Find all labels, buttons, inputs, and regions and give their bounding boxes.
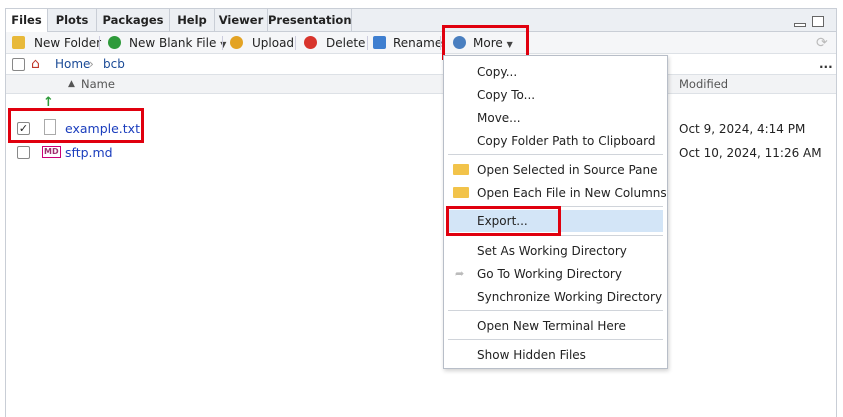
- breadcrumb: ⌂ Home › bcb ...: [6, 54, 836, 75]
- toolbar-separator: [99, 36, 100, 50]
- file-modified: Oct 10, 2024, 11:26 AM: [679, 146, 822, 160]
- menu-separator: [448, 339, 663, 340]
- refresh-icon[interactable]: ⟳: [816, 32, 828, 54]
- rename-icon: [373, 36, 386, 49]
- home-icon[interactable]: ⌂: [31, 54, 40, 75]
- table-row[interactable]: MD sftp.md Oct 10, 2024, 11:26 AM: [6, 143, 836, 166]
- menu-item-copy-to[interactable]: Copy To...: [444, 84, 667, 106]
- breadcrumb-bcb[interactable]: bcb: [103, 54, 125, 75]
- menu-item-set-working-directory[interactable]: Set As Working Directory: [444, 240, 667, 262]
- menu-item-sync-working-directory[interactable]: Synchronize Working Directory: [444, 286, 667, 308]
- modified-column-header[interactable]: Modified: [679, 75, 728, 94]
- rename-button[interactable]: Rename: [373, 32, 442, 54]
- menu-item-open-terminal[interactable]: Open New Terminal Here: [444, 315, 667, 337]
- more-path-button[interactable]: ...: [819, 54, 833, 75]
- open-folder-icon: [453, 164, 469, 175]
- tab-help[interactable]: Help: [170, 9, 215, 32]
- select-all-checkbox[interactable]: [12, 58, 25, 71]
- tab-bar: Files Plots Packages Help Viewer Present…: [6, 9, 836, 33]
- file-modified: Oct 9, 2024, 4:14 PM: [679, 122, 806, 136]
- upload-icon: [230, 36, 243, 49]
- breadcrumb-home[interactable]: Home: [55, 54, 90, 75]
- sort-ascending-icon: ▲: [68, 79, 75, 89]
- file-name-link[interactable]: sftp.md: [65, 145, 113, 160]
- delete-button[interactable]: Delete: [304, 32, 365, 54]
- file-checkbox[interactable]: [17, 146, 30, 159]
- tab-viewer[interactable]: Viewer: [215, 9, 268, 32]
- toolbar-separator: [222, 36, 223, 50]
- tab-plots[interactable]: Plots: [48, 9, 97, 32]
- name-column-header[interactable]: Name: [81, 75, 115, 94]
- menu-item-copy[interactable]: Copy...: [444, 61, 667, 83]
- toolbar-separator: [367, 36, 368, 50]
- files-toolbar: New Folder New Blank File ▼ Upload Delet…: [6, 32, 836, 54]
- upload-button[interactable]: Upload: [230, 32, 294, 54]
- maximize-pane-icon[interactable]: [812, 16, 824, 27]
- open-folder-icon: [453, 187, 469, 198]
- new-folder-icon: [12, 36, 25, 49]
- menu-separator: [448, 154, 663, 155]
- file-table-header: ▲ Name Modified: [6, 75, 836, 94]
- toolbar-separator: [295, 36, 296, 50]
- markdown-file-icon: MD: [42, 146, 61, 158]
- tab-packages[interactable]: Packages: [97, 9, 170, 32]
- menu-item-open-selected-source[interactable]: Open Selected in Source Pane: [444, 159, 667, 181]
- tab-presentation[interactable]: Presentation: [268, 9, 352, 32]
- menu-item-copy-folder-path[interactable]: Copy Folder Path to Clipboard: [444, 130, 667, 152]
- new-folder-button[interactable]: New Folder: [12, 32, 101, 54]
- menu-item-go-to-working-directory[interactable]: ➦ Go To Working Directory: [444, 263, 667, 285]
- menu-item-show-hidden-files[interactable]: Show Hidden Files: [444, 344, 667, 366]
- files-pane: Files Plots Packages Help Viewer Present…: [5, 8, 837, 417]
- menu-separator: [448, 310, 663, 311]
- tab-files[interactable]: Files: [6, 9, 48, 33]
- annotation-box-export: [446, 206, 561, 236]
- breadcrumb-separator-icon: ›: [89, 57, 94, 71]
- new-blank-file-button[interactable]: New Blank File ▼: [108, 32, 226, 54]
- add-file-icon: [108, 36, 121, 49]
- toolbar-separator: [440, 36, 441, 50]
- menu-item-move[interactable]: Move...: [444, 107, 667, 129]
- minimize-pane-icon[interactable]: [794, 23, 806, 27]
- delete-icon: [304, 36, 317, 49]
- annotation-box-file: [8, 108, 144, 143]
- menu-item-open-each-file[interactable]: Open Each File in New Columns: [444, 182, 667, 204]
- go-to-arrow-icon: ➦: [455, 267, 465, 280]
